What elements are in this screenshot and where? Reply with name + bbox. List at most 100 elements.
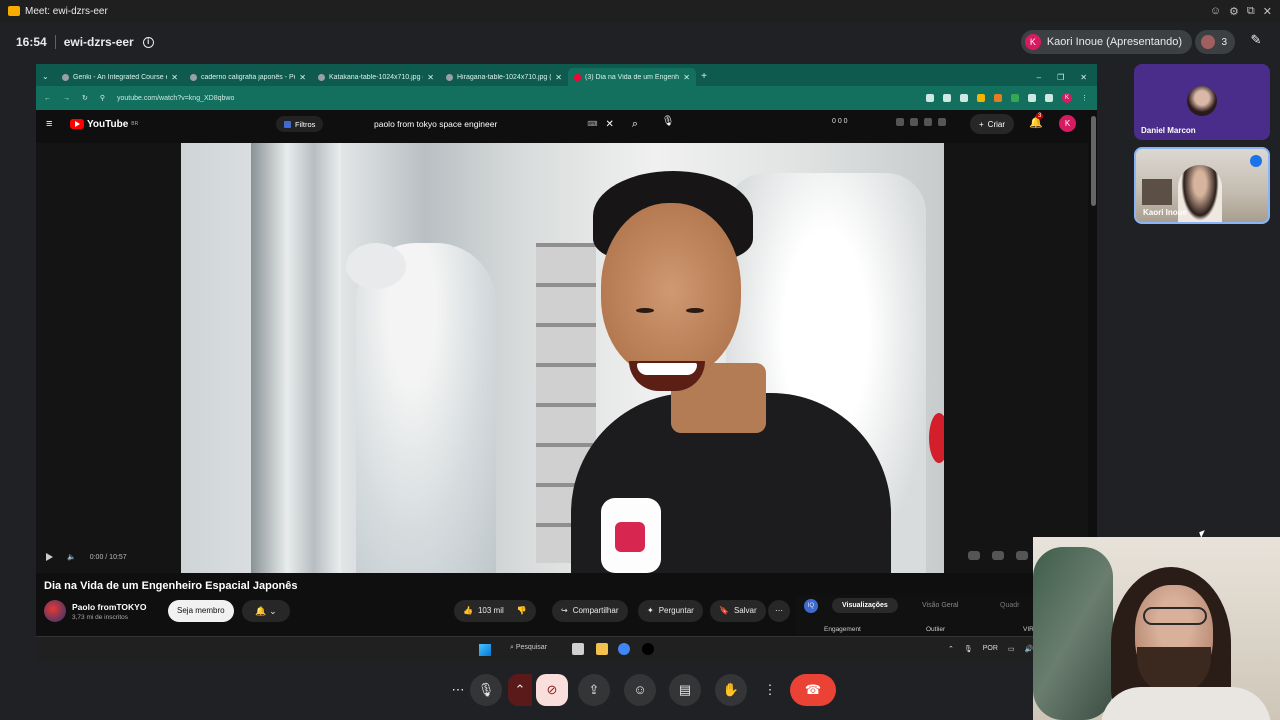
avatar[interactable]: K bbox=[1059, 115, 1076, 132]
participant-tile[interactable]: Daniel Marcon bbox=[1134, 64, 1270, 140]
tab-board[interactable]: Quadr bbox=[1000, 602, 1019, 609]
language-indicator[interactable]: POR bbox=[983, 645, 998, 653]
channel-avatar[interactable] bbox=[44, 600, 66, 622]
browser-tab-active[interactable]: (3) Dia na Vida de um Engenhe ✕ bbox=[568, 68, 696, 86]
tab-overview[interactable]: Visão Geral bbox=[922, 602, 958, 609]
camera-off-icon[interactable]: ⊘ bbox=[536, 674, 568, 706]
emoji-icon[interactable]: ☺ bbox=[1210, 5, 1221, 18]
forward-icon[interactable]: → bbox=[63, 95, 70, 102]
close-tab-icon[interactable]: ✕ bbox=[683, 73, 690, 82]
youtube-header: ≡ YouTube BR Filtros paolo from tokyo sp… bbox=[36, 110, 1097, 138]
close-icon[interactable]: ✕ bbox=[1263, 5, 1272, 18]
extension-icon[interactable] bbox=[896, 118, 904, 126]
close-tab-icon[interactable]: ✕ bbox=[427, 73, 434, 82]
star-icon[interactable] bbox=[960, 94, 968, 102]
search-input[interactable]: paolo from tokyo space engineer ⌨ ✕ ⌕ bbox=[366, 114, 646, 134]
file-icon[interactable] bbox=[572, 643, 584, 655]
info-icon[interactable]: i bbox=[142, 36, 154, 48]
extension-icon[interactable] bbox=[977, 94, 985, 102]
create-button[interactable]: + Criar bbox=[970, 114, 1015, 134]
emoji-icon[interactable]: ☺ bbox=[624, 674, 656, 706]
volume-icon[interactable]: 🔊 bbox=[1025, 645, 1034, 653]
new-tab-icon[interactable]: + bbox=[696, 68, 712, 86]
mic-icon[interactable]: 🎙 bbox=[470, 674, 502, 706]
hangup-button[interactable]: ☎ bbox=[790, 674, 836, 706]
keyboard-icon[interactable]: ⌨ bbox=[587, 120, 597, 128]
thumbs-down-icon[interactable]: 👎 bbox=[517, 600, 527, 622]
ask-button[interactable]: ✦ Perguntar bbox=[638, 600, 703, 622]
tab-search-icon[interactable]: ⌄ bbox=[42, 68, 56, 86]
join-button[interactable]: Seja membro bbox=[168, 600, 234, 622]
browser-tab[interactable]: Katakana-table-1024x710.jpg ( ✕ bbox=[312, 68, 440, 86]
people-button[interactable]: 3 bbox=[1195, 30, 1235, 54]
popout-icon[interactable]: ⧉ bbox=[1247, 5, 1255, 18]
chevron-up-icon[interactable]: ⌃ bbox=[948, 645, 954, 653]
profile-avatar[interactable]: K bbox=[1062, 93, 1072, 103]
extension-icon[interactable] bbox=[994, 94, 1002, 102]
chevron-up-icon[interactable]: ⌃ bbox=[508, 674, 532, 706]
settings-icon[interactable] bbox=[1016, 551, 1028, 560]
eye-off-icon[interactable] bbox=[943, 94, 951, 102]
reload-icon[interactable]: ↻ bbox=[82, 94, 88, 102]
share-button[interactable]: ↪ Compartilhar bbox=[552, 600, 628, 622]
video-player[interactable]: 🔈 0:00 / 10:57 bbox=[36, 143, 1088, 573]
captions-icon[interactable]: ▤ bbox=[669, 674, 701, 706]
pen-icon[interactable]: ✎ bbox=[1246, 32, 1266, 52]
close-tab-icon[interactable]: ✕ bbox=[171, 73, 178, 82]
browser-tab[interactable]: Hiragana-table-1024x710.jpg ( ✕ bbox=[440, 68, 568, 86]
windows-start-icon[interactable] bbox=[479, 644, 491, 656]
tab-views[interactable]: Visualizações bbox=[832, 598, 898, 613]
url-input[interactable]: youtube.com/watch?v=kng_XD8qbwo bbox=[117, 95, 877, 102]
present-icon[interactable]: ⇪ bbox=[578, 674, 610, 706]
maximize-icon[interactable]: ❐ bbox=[1057, 73, 1064, 82]
scrollbar[interactable] bbox=[1091, 116, 1096, 206]
extension-icon[interactable] bbox=[1011, 94, 1019, 102]
puzzle-icon[interactable] bbox=[1028, 94, 1036, 102]
clear-icon[interactable]: ✕ bbox=[605, 119, 613, 130]
notifications-icon[interactable]: 🔔 3 bbox=[1029, 113, 1044, 129]
vidiq-icon[interactable]: IQ bbox=[804, 599, 818, 613]
more-vert-icon[interactable]: ⋮ bbox=[754, 674, 786, 706]
chrome-icon[interactable] bbox=[618, 643, 630, 655]
menu-icon[interactable]: ≡ bbox=[46, 118, 64, 130]
site-info-icon[interactable]: ⚲ bbox=[100, 94, 105, 102]
self-view[interactable] bbox=[1033, 537, 1280, 720]
extension-icon[interactable] bbox=[924, 118, 932, 126]
browser-tab[interactable]: Genki - An Integrated Course e ✕ bbox=[56, 68, 184, 86]
more-vert-icon[interactable]: ⋮ bbox=[1081, 94, 1089, 102]
install-icon[interactable] bbox=[926, 94, 934, 102]
favicon-icon bbox=[62, 73, 69, 81]
network-icon[interactable]: ▭ bbox=[1008, 645, 1015, 653]
play-icon[interactable] bbox=[46, 553, 53, 561]
like-button[interactable]: 👍 103 mil 👎 bbox=[454, 600, 536, 622]
app-icon[interactable] bbox=[642, 643, 654, 655]
close-icon[interactable]: ✕ bbox=[1080, 73, 1087, 82]
close-tab-icon[interactable]: ✕ bbox=[555, 73, 562, 82]
close-tab-icon[interactable]: ✕ bbox=[299, 73, 306, 82]
extension-icon[interactable] bbox=[910, 118, 918, 126]
subscribed-button[interactable]: 🔔 ⌄ bbox=[242, 600, 290, 622]
more-actions-button[interactable]: ⋯ bbox=[768, 600, 790, 622]
back-icon[interactable]: ← bbox=[44, 95, 51, 102]
mic-icon[interactable]: 🎙 bbox=[660, 116, 676, 132]
raise-hand-icon[interactable]: ✋ bbox=[715, 674, 747, 706]
taskbar-search[interactable]: ⌕ Pesquisar bbox=[510, 644, 547, 652]
search-icon[interactable]: ⌕ bbox=[632, 118, 638, 131]
volume-icon[interactable]: 🔈 bbox=[67, 553, 76, 561]
mic-icon[interactable]: 🎙 bbox=[964, 645, 973, 653]
channel-name[interactable]: Paolo fromTOKYO bbox=[72, 602, 146, 612]
extension-icon[interactable] bbox=[938, 118, 946, 126]
presenter-chip[interactable]: K Kaori Inoue (Apresentando) bbox=[1020, 30, 1192, 54]
participant-tile[interactable]: Kaori Inoue bbox=[1134, 147, 1270, 224]
subtitles-icon[interactable] bbox=[992, 551, 1004, 560]
youtube-logo[interactable]: YouTube BR bbox=[70, 119, 138, 130]
save-button[interactable]: 🔖 Salvar bbox=[710, 600, 766, 622]
folder-icon[interactable] bbox=[596, 643, 608, 655]
browser-tab[interactable]: caderno caligrafia japonês - Pe ✕ bbox=[184, 68, 312, 86]
settings-icon[interactable]: ⚙ bbox=[1229, 5, 1239, 18]
minimize-icon[interactable]: – bbox=[1037, 73, 1041, 82]
media-icon[interactable] bbox=[1045, 94, 1053, 102]
filter-button[interactable]: Filtros bbox=[276, 116, 324, 132]
autoplay-toggle-icon[interactable] bbox=[968, 551, 980, 560]
video-scene bbox=[1142, 179, 1172, 205]
